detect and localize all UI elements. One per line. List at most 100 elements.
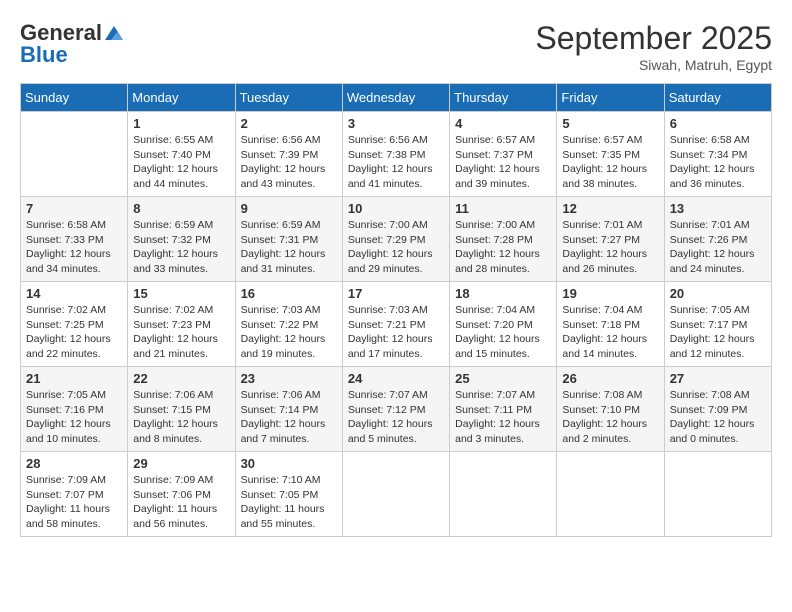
week-row-4: 21 Sunrise: 7:05 AMSunset: 7:16 PMDayligh… (21, 367, 772, 452)
calendar-cell: 27Sunrise: 7:08 AMSunset: 7:09 PMDayligh… (664, 367, 771, 452)
day-number: 6 (670, 116, 766, 131)
calendar-cell (450, 452, 557, 537)
calendar-cell (557, 452, 664, 537)
day-info: Sunrise: 7:01 AMSunset: 7:26 PMDaylight:… (670, 218, 766, 277)
day-info: Sunrise: 6:56 AMSunset: 7:39 PMDaylight:… (241, 133, 337, 192)
day-number: 18 (455, 286, 551, 301)
day-info: Sunrise: 7:00 AMSunset: 7:29 PMDaylight:… (348, 218, 444, 277)
calendar-cell: 5 Sunrise: 6:57 AMSunset: 7:35 PMDaylight… (557, 112, 664, 197)
day-info: Sunrise: 6:55 AMSunset: 7:40 PMDaylight:… (133, 133, 229, 192)
week-row-1: 1 Sunrise: 6:55 AMSunset: 7:40 PMDaylight… (21, 112, 772, 197)
day-number: 13 (670, 201, 766, 216)
day-number: 3 (348, 116, 444, 131)
calendar-cell: 26Sunrise: 7:08 AMSunset: 7:10 PMDayligh… (557, 367, 664, 452)
day-number: 26 (562, 371, 658, 386)
day-number: 17 (348, 286, 444, 301)
day-info: Sunrise: 7:03 AMSunset: 7:21 PMDaylight:… (348, 303, 444, 362)
day-number: 21 (26, 371, 122, 386)
day-info: Sunrise: 6:56 AMSunset: 7:38 PMDaylight:… (348, 133, 444, 192)
day-number: 4 (455, 116, 551, 131)
day-number: 10 (348, 201, 444, 216)
calendar-cell: 18Sunrise: 7:04 AMSunset: 7:20 PMDayligh… (450, 282, 557, 367)
day-info: Sunrise: 6:57 AMSunset: 7:35 PMDaylight:… (562, 133, 658, 192)
calendar-cell: 16 Sunrise: 7:03 AMSunset: 7:22 PMDayligh… (235, 282, 342, 367)
day-info: Sunrise: 7:08 AMSunset: 7:09 PMDaylight:… (670, 388, 766, 447)
calendar-cell: 2 Sunrise: 6:56 AMSunset: 7:39 PMDaylight… (235, 112, 342, 197)
calendar-cell: 28 Sunrise: 7:09 AMSunset: 7:07 PMDayligh… (21, 452, 128, 537)
month-title: September 2025 (535, 20, 772, 57)
day-info: Sunrise: 6:59 AMSunset: 7:31 PMDaylight:… (241, 218, 337, 277)
calendar-cell: 23 Sunrise: 7:06 AMSunset: 7:14 PMDayligh… (235, 367, 342, 452)
day-number: 29 (133, 456, 229, 471)
calendar-cell: 4 Sunrise: 6:57 AMSunset: 7:37 PMDaylight… (450, 112, 557, 197)
day-number: 20 (670, 286, 766, 301)
calendar-cell: 13 Sunrise: 7:01 AMSunset: 7:26 PMDayligh… (664, 197, 771, 282)
day-info: Sunrise: 7:06 AMSunset: 7:15 PMDaylight:… (133, 388, 229, 447)
day-number: 28 (26, 456, 122, 471)
weekday-header-monday: Monday (128, 84, 235, 112)
weekday-header-wednesday: Wednesday (342, 84, 449, 112)
day-number: 25 (455, 371, 551, 386)
day-number: 5 (562, 116, 658, 131)
day-number: 23 (241, 371, 337, 386)
day-number: 15 (133, 286, 229, 301)
day-number: 1 (133, 116, 229, 131)
calendar-cell: 6 Sunrise: 6:58 AMSunset: 7:34 PMDaylight… (664, 112, 771, 197)
weekday-header-friday: Friday (557, 84, 664, 112)
day-number: 19 (562, 286, 658, 301)
calendar-cell: 11 Sunrise: 7:00 AMSunset: 7:28 PMDayligh… (450, 197, 557, 282)
calendar-cell: 17 Sunrise: 7:03 AMSunset: 7:21 PMDayligh… (342, 282, 449, 367)
week-row-5: 28 Sunrise: 7:09 AMSunset: 7:07 PMDayligh… (21, 452, 772, 537)
title-block: September 2025 Siwah, Matruh, Egypt (535, 20, 772, 73)
calendar-cell: 3 Sunrise: 6:56 AMSunset: 7:38 PMDaylight… (342, 112, 449, 197)
day-info: Sunrise: 6:59 AMSunset: 7:32 PMDaylight:… (133, 218, 229, 277)
day-info: Sunrise: 7:07 AMSunset: 7:12 PMDaylight:… (348, 388, 444, 447)
day-info: Sunrise: 6:58 AMSunset: 7:34 PMDaylight:… (670, 133, 766, 192)
calendar-cell (664, 452, 771, 537)
calendar-cell: 20 Sunrise: 7:05 AMSunset: 7:17 PMDayligh… (664, 282, 771, 367)
calendar-cell: 29 Sunrise: 7:09 AMSunset: 7:06 PMDayligh… (128, 452, 235, 537)
week-row-3: 14 Sunrise: 7:02 AMSunset: 7:25 PMDayligh… (21, 282, 772, 367)
day-info: Sunrise: 7:05 AMSunset: 7:16 PMDaylight:… (26, 388, 122, 447)
calendar-cell: 22 Sunrise: 7:06 AMSunset: 7:15 PMDayligh… (128, 367, 235, 452)
day-info: Sunrise: 7:09 AMSunset: 7:06 PMDaylight:… (133, 473, 229, 532)
calendar-cell: 21 Sunrise: 7:05 AMSunset: 7:16 PMDayligh… (21, 367, 128, 452)
day-info: Sunrise: 7:06 AMSunset: 7:14 PMDaylight:… (241, 388, 337, 447)
day-info: Sunrise: 6:57 AMSunset: 7:37 PMDaylight:… (455, 133, 551, 192)
day-number: 2 (241, 116, 337, 131)
day-number: 24 (348, 371, 444, 386)
day-info: Sunrise: 7:09 AMSunset: 7:07 PMDaylight:… (26, 473, 122, 532)
day-number: 9 (241, 201, 337, 216)
weekday-header-row: SundayMondayTuesdayWednesdayThursdayFrid… (21, 84, 772, 112)
calendar-cell: 1 Sunrise: 6:55 AMSunset: 7:40 PMDaylight… (128, 112, 235, 197)
day-info: Sunrise: 7:02 AMSunset: 7:25 PMDaylight:… (26, 303, 122, 362)
calendar-cell: 19 Sunrise: 7:04 AMSunset: 7:18 PMDayligh… (557, 282, 664, 367)
calendar-cell: 12 Sunrise: 7:01 AMSunset: 7:27 PMDayligh… (557, 197, 664, 282)
calendar-cell: 8 Sunrise: 6:59 AMSunset: 7:32 PMDaylight… (128, 197, 235, 282)
day-info: Sunrise: 7:04 AMSunset: 7:18 PMDaylight:… (562, 303, 658, 362)
day-number: 12 (562, 201, 658, 216)
day-info: Sunrise: 7:03 AMSunset: 7:22 PMDaylight:… (241, 303, 337, 362)
day-info: Sunrise: 7:05 AMSunset: 7:17 PMDaylight:… (670, 303, 766, 362)
logo-blue: Blue (20, 42, 68, 68)
day-info: Sunrise: 7:01 AMSunset: 7:27 PMDaylight:… (562, 218, 658, 277)
logo-icon (103, 24, 125, 42)
day-number: 11 (455, 201, 551, 216)
day-number: 22 (133, 371, 229, 386)
calendar-cell: 9 Sunrise: 6:59 AMSunset: 7:31 PMDaylight… (235, 197, 342, 282)
day-info: Sunrise: 7:00 AMSunset: 7:28 PMDaylight:… (455, 218, 551, 277)
calendar-cell: 14 Sunrise: 7:02 AMSunset: 7:25 PMDayligh… (21, 282, 128, 367)
weekday-header-saturday: Saturday (664, 84, 771, 112)
day-info: Sunrise: 7:02 AMSunset: 7:23 PMDaylight:… (133, 303, 229, 362)
day-number: 14 (26, 286, 122, 301)
week-row-2: 7Sunrise: 6:58 AMSunset: 7:33 PMDaylight… (21, 197, 772, 282)
calendar-cell: 24 Sunrise: 7:07 AMSunset: 7:12 PMDayligh… (342, 367, 449, 452)
weekday-header-sunday: Sunday (21, 84, 128, 112)
calendar-cell: 30Sunrise: 7:10 AMSunset: 7:05 PMDayligh… (235, 452, 342, 537)
calendar-cell: 10 Sunrise: 7:00 AMSunset: 7:29 PMDayligh… (342, 197, 449, 282)
page-header: General Blue September 2025 Siwah, Matru… (20, 20, 772, 73)
day-info: Sunrise: 7:10 AMSunset: 7:05 PMDaylight:… (241, 473, 337, 532)
calendar-cell: 7Sunrise: 6:58 AMSunset: 7:33 PMDaylight… (21, 197, 128, 282)
day-number: 8 (133, 201, 229, 216)
day-number: 16 (241, 286, 337, 301)
